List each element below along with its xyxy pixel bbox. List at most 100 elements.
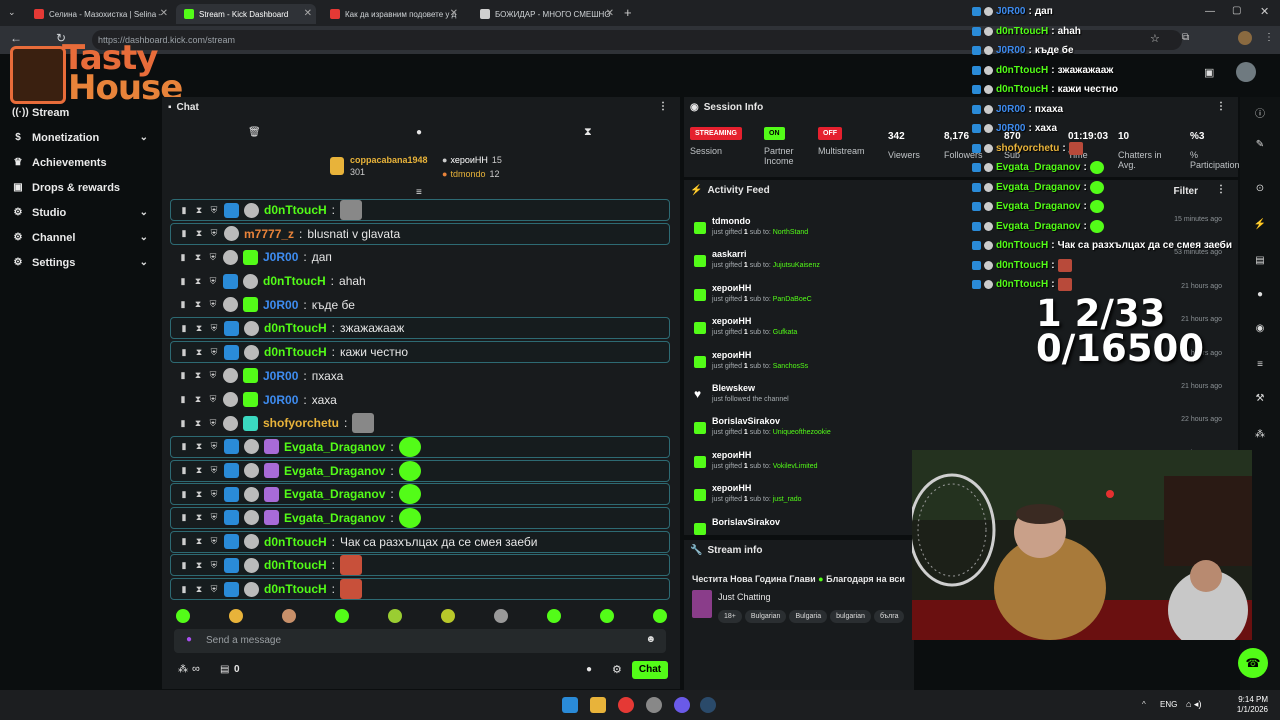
gift-recipient[interactable]: JujutsuKaisenz xyxy=(773,262,820,269)
tool-icon[interactable]: ⚒ xyxy=(1252,393,1268,409)
sidebar-item-drops-rewards[interactable]: ▣ Drops & rewards xyxy=(0,175,162,200)
mod-trash-icon[interactable]: ▮ xyxy=(179,560,189,571)
file-explorer-icon[interactable] xyxy=(590,697,606,713)
list-icon[interactable]: ≡ xyxy=(1252,359,1268,375)
mod-hourglass-icon[interactable]: ⧗ xyxy=(194,489,204,500)
clock[interactable]: 9:14 PM 1/1/2026 xyxy=(1237,695,1268,715)
mod-hourglass-icon[interactable]: ⧗ xyxy=(194,441,204,452)
mod-shield-icon[interactable]: ⛨ xyxy=(209,441,219,452)
gift-recipient[interactable]: VokilevLimited xyxy=(773,463,818,470)
chat-username[interactable]: d0nTtoucH xyxy=(264,203,327,217)
chat-username[interactable]: Evgata_Draganov xyxy=(284,511,385,525)
mod-trash-icon[interactable]: ▮ xyxy=(178,394,188,405)
chat-username[interactable]: Evgata_Draganov xyxy=(284,487,385,501)
mod-trash-icon[interactable]: ▮ xyxy=(179,584,189,595)
stream-tag[interactable]: Bulgaria xyxy=(789,610,828,623)
mod-hourglass-icon[interactable]: ⧗ xyxy=(194,465,204,476)
mod-hourglass-icon[interactable]: ⧗ xyxy=(193,394,203,405)
chat-username[interactable]: d0nTtoucH xyxy=(264,535,327,549)
mod-trash-icon[interactable]: ▮ xyxy=(179,323,189,334)
new-tab-button[interactable]: + xyxy=(624,5,632,20)
sidebar-item-studio[interactable]: ⚙ Studio ⌄ xyxy=(0,200,162,225)
chat-settings-bubble-icon[interactable]: ● xyxy=(586,664,592,675)
mod-shield-icon[interactable]: ⛨ xyxy=(208,370,218,381)
gift-recipient[interactable]: Uniqueofthezookie xyxy=(773,429,831,436)
chevron-down-icon[interactable]: ⌄ xyxy=(140,207,148,218)
mod-trash-icon[interactable]: ▮ xyxy=(179,512,189,523)
tab-close-icon[interactable]: ✕ xyxy=(304,8,312,19)
mod-hourglass-icon[interactable]: ⧗ xyxy=(193,370,203,381)
tab-close-icon[interactable]: ✕ xyxy=(606,8,614,19)
trash-icon[interactable]: 🗑 xyxy=(248,127,261,138)
mod-hourglass-icon[interactable]: ⧗ xyxy=(194,323,204,334)
browser-tab-4[interactable]: БОЖИДАР - МНОГО СМЕШНО ✕ xyxy=(472,4,618,24)
sidebar-item-settings[interactable]: ⚙ Settings ⌄ xyxy=(0,250,162,275)
mod-hourglass-icon[interactable]: ⧗ xyxy=(194,512,204,523)
mod-shield-icon[interactable]: ⛨ xyxy=(208,299,218,310)
emote-picker-item[interactable] xyxy=(229,609,243,623)
chat-username[interactable]: d0nTtoucH xyxy=(263,274,326,288)
gift-recipient[interactable]: PanDaBoeC xyxy=(773,296,812,303)
browser-tab-3[interactable]: Как да изравним подовете у д ✕ xyxy=(322,4,462,24)
emote-picker-item[interactable] xyxy=(600,609,614,623)
emote-picker-item[interactable] xyxy=(388,609,402,623)
chat-username[interactable]: J0R00 xyxy=(263,393,298,407)
windows-start-icon[interactable] xyxy=(562,697,578,713)
mod-shield-icon[interactable]: ⛨ xyxy=(209,584,219,595)
mod-hourglass-icon[interactable]: ⧗ xyxy=(194,228,204,239)
floating-chat-button[interactable]: ☎ xyxy=(1238,648,1268,678)
mod-shield-icon[interactable]: ⛨ xyxy=(209,560,219,571)
mod-hourglass-icon[interactable]: ⧗ xyxy=(193,299,203,310)
chat-settings-gear-icon[interactable]: ⚙ xyxy=(612,663,622,676)
mod-shield-icon[interactable]: ⛨ xyxy=(209,489,219,500)
chat-username[interactable]: d0nTtoucH xyxy=(264,582,327,596)
mod-hourglass-icon[interactable]: ⧗ xyxy=(193,252,203,263)
gift-recipient[interactable]: NorthStand xyxy=(773,229,808,236)
mod-trash-icon[interactable]: ▮ xyxy=(178,299,188,310)
mod-trash-icon[interactable]: ▮ xyxy=(179,489,189,500)
emoji-icon[interactable]: ☻ xyxy=(645,634,656,645)
mod-hourglass-icon[interactable]: ⧗ xyxy=(193,418,203,429)
emote-picker-item[interactable] xyxy=(282,609,296,623)
emote-picker-item[interactable] xyxy=(547,609,561,623)
chevron-down-icon[interactable]: ⌄ xyxy=(140,132,148,143)
emote-picker-item[interactable] xyxy=(494,609,508,623)
send-message-input[interactable]: ● Send a message ☻ xyxy=(174,629,666,653)
mod-trash-icon[interactable]: ▮ xyxy=(178,418,188,429)
mod-shield-icon[interactable]: ⛨ xyxy=(208,418,218,429)
chevron-down-icon[interactable]: ⌄ xyxy=(140,257,148,268)
mod-trash-icon[interactable]: ▮ xyxy=(178,276,188,287)
mod-shield-icon[interactable]: ⛨ xyxy=(209,323,219,334)
gift-recipient[interactable]: Gufkata xyxy=(773,329,798,336)
chat-username[interactable]: shofyorchetu xyxy=(263,416,339,430)
emote-picker-item[interactable] xyxy=(441,609,455,623)
gift-recipient[interactable]: SanchosSs xyxy=(773,363,808,370)
language-indicator[interactable]: ENG xyxy=(1160,700,1177,709)
mod-trash-icon[interactable]: ▮ xyxy=(179,465,189,476)
mod-shield-icon[interactable]: ⛨ xyxy=(209,228,219,239)
pinned-collapse-icon[interactable]: ≡ xyxy=(416,187,422,198)
nodes-icon[interactable]: ⁂ xyxy=(1252,429,1268,445)
emote-picker-item[interactable] xyxy=(653,609,667,623)
tray-chevron-icon[interactable]: ^ xyxy=(1142,700,1146,709)
mod-shield-icon[interactable]: ⛨ xyxy=(209,512,219,523)
chat-mode-icon[interactable]: ● xyxy=(416,127,422,138)
tab-close-icon[interactable]: ✕ xyxy=(450,8,458,19)
chevron-down-icon[interactable]: ⌄ xyxy=(140,232,148,243)
mod-shield-icon[interactable]: ⛨ xyxy=(208,252,218,263)
mod-hourglass-icon[interactable]: ⧗ xyxy=(194,205,204,216)
users-icon[interactable]: ⁂ xyxy=(178,664,188,675)
mod-trash-icon[interactable]: ▮ xyxy=(179,536,189,547)
chat-username[interactable]: d0nTtoucH xyxy=(264,345,327,359)
mod-trash-icon[interactable]: ▮ xyxy=(179,228,189,239)
mod-trash-icon[interactable]: ▮ xyxy=(179,441,189,452)
gift-recipient[interactable]: just_rado xyxy=(773,496,802,503)
sidebar-item-channel[interactable]: ⚙ Channel ⌄ xyxy=(0,225,162,250)
mod-shield-icon[interactable]: ⛨ xyxy=(209,205,219,216)
mod-hourglass-icon[interactable]: ⧗ xyxy=(194,560,204,571)
mod-shield-icon[interactable]: ⛨ xyxy=(209,347,219,358)
stream-tag[interactable]: 18+ xyxy=(718,610,742,623)
chat-username[interactable]: m7777_z xyxy=(244,227,294,241)
mod-shield-icon[interactable]: ⛨ xyxy=(208,394,218,405)
discord-icon[interactable] xyxy=(674,697,690,713)
